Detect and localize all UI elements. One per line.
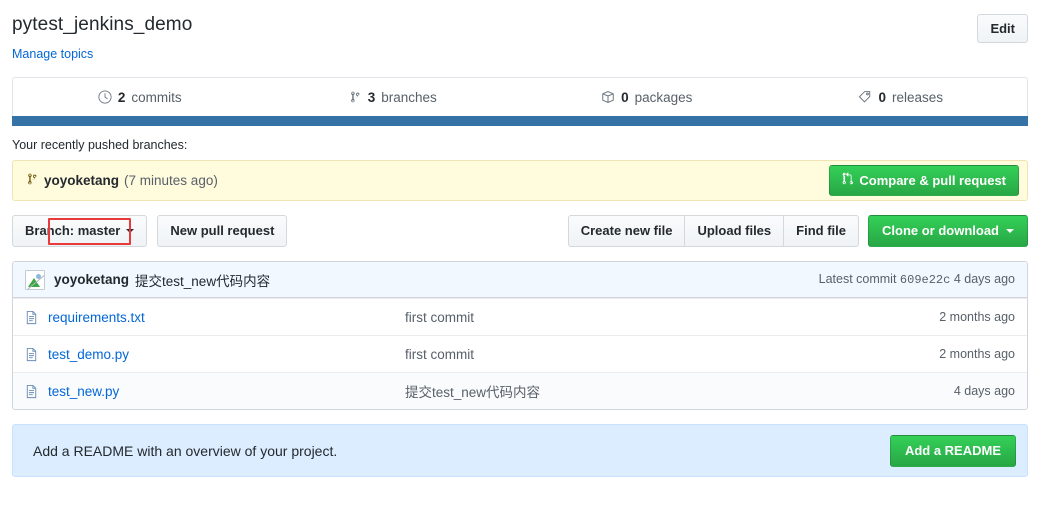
repository-stats: 2 commits 3 branches 0 packages 0 releas… [12,77,1028,126]
repository-page: pytest_jenkins_demo Manage topics Edit 2… [0,0,1040,509]
file-commit-message[interactable]: first commit [405,310,939,325]
stats-row: 2 commits 3 branches 0 packages 0 releas… [12,77,1028,116]
chevron-down-icon [126,229,135,233]
file-icon [25,310,38,325]
readme-cta-banner: Add a README with an overview of your pr… [12,424,1028,477]
file-commit-time: 2 months ago [939,347,1015,361]
file-actions-group: Create new file Upload files Find file [567,215,859,247]
latest-commit-meta: Latest commit 609e22c 4 days ago [819,272,1015,287]
edit-button[interactable]: Edit [977,14,1028,43]
file-name-cell: requirements.txt [25,310,405,325]
git-pull-request-icon [842,172,854,189]
compare-pull-request-button[interactable]: Compare & pull request [829,165,1019,196]
package-icon [601,90,615,104]
table-row[interactable]: test_new.py 提交test_new代码内容 4 days ago [13,372,1027,409]
latest-commit-row: yoyoketang 提交test_new代码内容 Latest commit … [13,262,1027,298]
page-title: pytest_jenkins_demo [12,14,193,35]
file-table: yoyoketang 提交test_new代码内容 Latest commit … [12,261,1028,410]
compare-pull-request-label: Compare & pull request [859,172,1006,188]
avatar [25,269,45,290]
stat-commits-count: 2 [117,89,126,105]
file-name-cell: test_demo.py [25,347,405,362]
stat-commits-label: commits [131,89,182,105]
upload-files-button[interactable]: Upload files [685,215,785,247]
pushed-branch-info: yoyoketang (7 minutes ago) [27,172,218,189]
stat-releases-label: releases [891,89,944,105]
add-readme-button[interactable]: Add a README [889,434,1016,467]
table-row[interactable]: test_demo.py first commit 2 months ago [13,335,1027,372]
manage-topics-link[interactable]: Manage topics [12,47,93,61]
file-name[interactable]: test_new.py [48,384,119,399]
stat-branches[interactable]: 3 branches [267,78,521,116]
git-branch-icon [27,172,39,189]
repo-header: pytest_jenkins_demo Manage topics Edit [12,0,1028,61]
pushed-branch-name[interactable]: yoyoketang [44,173,119,188]
pushed-branch-time: (7 minutes ago) [124,173,218,188]
branch-selector-label: Branch: master [25,223,121,238]
file-name[interactable]: requirements.txt [48,310,145,325]
language-segment-python[interactable] [12,116,1028,126]
stat-commits[interactable]: 2 commits [13,78,267,116]
language-bar [12,116,1028,126]
stat-packages-label: packages [634,89,693,105]
file-commit-message[interactable]: 提交test_new代码内容 [405,381,954,401]
find-file-button[interactable]: Find file [784,215,859,247]
chevron-down-icon [1006,229,1014,233]
commit-sha[interactable]: 609e22c [900,273,950,287]
clone-or-download-button[interactable]: Clone or download [868,215,1028,247]
repo-toolbar: Branch: master New pull request Create n… [12,215,1028,247]
stat-packages-count: 0 [621,89,629,105]
branch-selector-button[interactable]: Branch: master [12,215,148,247]
file-icon [25,384,38,399]
history-icon [98,90,112,104]
latest-commit-prefix: Latest commit [818,272,897,286]
stat-releases-count: 0 [878,89,886,105]
table-row[interactable]: requirements.txt first commit 2 months a… [13,298,1027,335]
tag-icon [857,90,872,104]
stat-releases[interactable]: 0 releases [774,78,1028,116]
file-commit-time: 2 months ago [939,310,1015,324]
commit-time: 4 days ago [953,272,1015,286]
pushed-branches-label: Your recently pushed branches: [12,138,188,152]
pushed-branch-banner: yoyoketang (7 minutes ago) Compare & pul… [12,160,1028,201]
clone-or-download-label: Clone or download [882,223,999,238]
file-commit-time: 4 days ago [953,384,1015,398]
stat-branches-label: branches [381,89,437,105]
create-new-file-button[interactable]: Create new file [567,215,686,247]
git-branch-icon [350,90,362,104]
stat-packages[interactable]: 0 packages [520,78,774,116]
file-name-cell: test_new.py [25,384,405,399]
new-pull-request-button[interactable]: New pull request [157,215,288,247]
file-commit-message[interactable]: first commit [405,347,939,362]
file-name[interactable]: test_demo.py [48,347,129,362]
commit-author[interactable]: yoyoketang [54,272,129,287]
commit-message[interactable]: 提交test_new代码内容 [135,270,270,290]
readme-cta-text: Add a README with an overview of your pr… [33,442,338,459]
file-icon [25,347,38,362]
toolbar-right-group: Create new file Upload files Find file C… [567,215,1028,247]
stat-branches-count: 3 [367,89,376,105]
